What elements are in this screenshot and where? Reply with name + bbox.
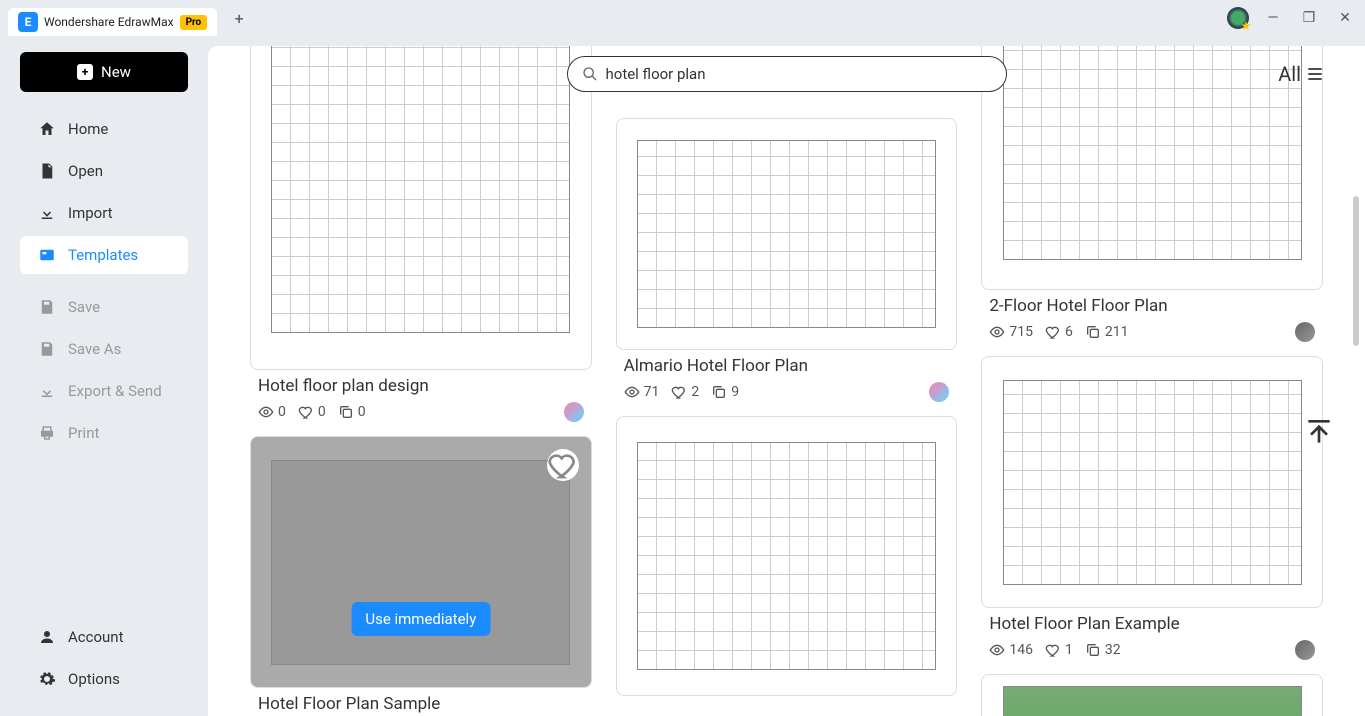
file-icon xyxy=(38,162,56,180)
new-button[interactable]: + New xyxy=(20,52,188,92)
template-card-hover[interactable]: Use immediately Hotel Floor Plan Sample … xyxy=(250,436,592,716)
views-stat: 71 xyxy=(624,384,660,400)
search-box[interactable] xyxy=(567,56,1007,92)
new-tab-button[interactable]: + xyxy=(225,4,253,32)
export-icon xyxy=(38,382,56,400)
sidebar-item-label: Open xyxy=(68,162,103,180)
likes-stat: 0 xyxy=(298,404,326,420)
sidebar: + New Home Open Import Templates Save Sa… xyxy=(0,36,208,716)
filter-all-button[interactable]: All xyxy=(1278,62,1325,86)
content-area: ▾ ▾ ▾ All Hotel floor plan design xyxy=(208,46,1365,716)
sidebar-item-save: Save xyxy=(20,288,188,326)
copies-stat: 211 xyxy=(1085,324,1129,340)
card-title: Hotel Floor Plan Example xyxy=(981,614,1323,634)
sidebar-item-label: Account xyxy=(68,628,124,646)
sidebar-item-print: Print xyxy=(20,414,188,452)
app-logo-icon: E xyxy=(18,12,38,32)
views-stat: 715 xyxy=(989,324,1033,340)
sidebar-item-saveas: Save As xyxy=(20,330,188,368)
sidebar-item-label: Templates xyxy=(68,246,138,264)
author-avatar[interactable] xyxy=(1295,322,1315,342)
templates-icon xyxy=(38,246,56,264)
card-title: Hotel floor plan design xyxy=(250,376,592,396)
template-card[interactable] xyxy=(981,674,1323,716)
sidebar-item-label: Save As xyxy=(68,340,121,358)
menu-icon xyxy=(1305,64,1325,84)
sidebar-item-home[interactable]: Home xyxy=(20,110,188,148)
sidebar-item-templates[interactable]: Templates xyxy=(20,236,188,274)
scroll-top-button[interactable] xyxy=(1303,416,1335,448)
user-avatar-icon[interactable] xyxy=(1227,7,1249,29)
copies-stat: 9 xyxy=(711,384,739,400)
sidebar-item-import[interactable]: Import xyxy=(20,194,188,232)
sidebar-item-export: Export & Send xyxy=(20,372,188,410)
template-gallery: Hotel floor plan design 0 0 0 Use immedi… xyxy=(208,46,1365,716)
sidebar-item-label: Options xyxy=(68,670,120,688)
sidebar-item-open[interactable]: Open xyxy=(20,152,188,190)
sidebar-item-label: Print xyxy=(68,424,99,442)
minimize-button[interactable]: — xyxy=(1261,6,1285,30)
new-button-label: New xyxy=(101,63,131,81)
titlebar: E Wondershare EdrawMax Pro + — ❐ ✕ xyxy=(0,0,1365,36)
author-avatar[interactable] xyxy=(1295,640,1315,660)
plus-icon: + xyxy=(77,64,93,80)
likes-stat: 6 xyxy=(1045,324,1073,340)
author-avatar[interactable] xyxy=(564,402,584,422)
scrollbar-thumb[interactable] xyxy=(1353,196,1359,346)
template-card[interactable]: Hotel floor plan design 0 0 0 xyxy=(250,46,592,422)
close-button[interactable]: ✕ xyxy=(1333,6,1357,30)
author-avatar[interactable] xyxy=(929,382,949,402)
save-icon xyxy=(38,298,56,316)
search-icon xyxy=(582,66,598,82)
maximize-button[interactable]: ❐ xyxy=(1297,6,1321,30)
sidebar-item-label: Home xyxy=(68,120,108,138)
app-title: Wondershare EdrawMax xyxy=(44,15,174,29)
likes-stat: 2 xyxy=(671,384,699,400)
like-button[interactable] xyxy=(547,449,579,481)
card-title: Almario Hotel Floor Plan xyxy=(616,356,958,376)
sidebar-item-options[interactable]: Options xyxy=(20,660,188,698)
copies-stat: 32 xyxy=(1085,642,1121,658)
print-icon xyxy=(38,424,56,442)
home-icon xyxy=(38,120,56,138)
card-title: Hotel Floor Plan Sample xyxy=(250,694,592,714)
gear-icon xyxy=(38,670,56,688)
sidebar-item-label: Save xyxy=(68,298,100,316)
views-stat: 146 xyxy=(989,642,1033,658)
sidebar-item-label: Export & Send xyxy=(68,382,162,400)
app-tab[interactable]: E Wondershare EdrawMax Pro xyxy=(8,8,217,36)
filter-label: All xyxy=(1278,62,1301,86)
use-immediately-button[interactable]: Use immediately xyxy=(351,602,490,636)
scrollbar[interactable] xyxy=(1353,196,1359,596)
likes-stat: 1 xyxy=(1045,642,1073,658)
views-stat: 0 xyxy=(258,404,286,420)
card-title: 2-Floor Hotel Floor Plan xyxy=(981,296,1323,316)
template-card[interactable]: Hotel Floor Plan Example 146 1 32 xyxy=(981,356,1323,660)
template-card[interactable] xyxy=(616,416,958,696)
user-icon xyxy=(38,628,56,646)
copies-stat: 0 xyxy=(338,404,366,420)
sidebar-item-label: Import xyxy=(68,204,113,222)
sidebar-item-account[interactable]: Account xyxy=(20,618,188,656)
import-icon xyxy=(38,204,56,222)
search-input[interactable] xyxy=(606,65,992,83)
pro-badge: Pro xyxy=(180,15,208,30)
saveas-icon xyxy=(38,340,56,358)
template-card[interactable]: Almario Hotel Floor Plan 71 2 9 xyxy=(616,118,958,402)
